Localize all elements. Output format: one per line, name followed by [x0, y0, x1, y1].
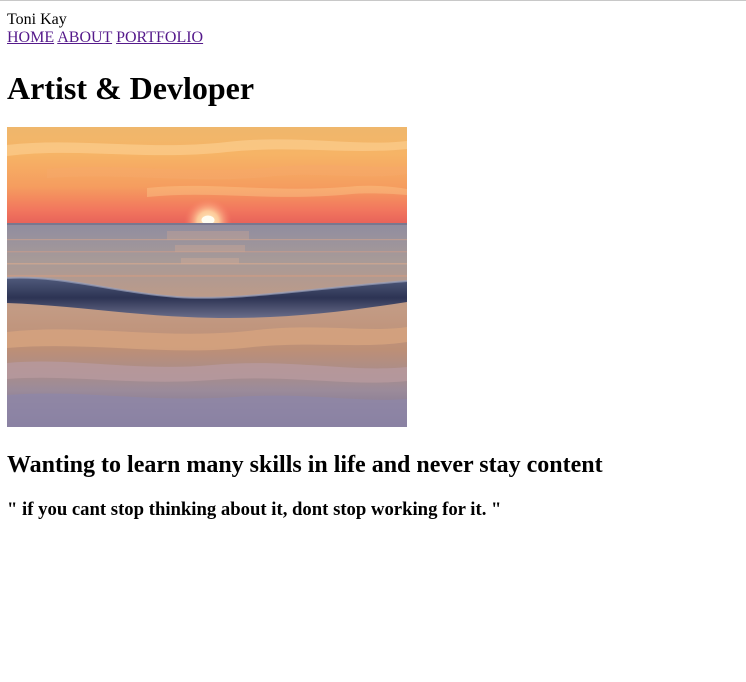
hero-image: [7, 127, 407, 427]
main-nav: HOME ABOUT PORTFOLIO: [7, 29, 737, 47]
nav-link-home[interactable]: HOME: [7, 29, 54, 46]
page-title: Artist & Devloper: [7, 70, 255, 106]
horizon-line: [7, 223, 407, 225]
window-top-border: [0, 0, 746, 1]
nav-link-about[interactable]: ABOUT: [57, 29, 112, 46]
nav-link-portfolio[interactable]: PORTFOLIO: [116, 29, 203, 46]
tagline: Wanting to learn many skills in life and…: [7, 452, 603, 478]
foreground-reflections: [7, 327, 407, 427]
site-name: Toni Kay: [7, 11, 67, 28]
page-content: Toni Kay HOME ABOUT PORTFOLIO Artist & D…: [7, 11, 737, 520]
quote: " if you cant stop thinking about it, do…: [7, 499, 502, 520]
